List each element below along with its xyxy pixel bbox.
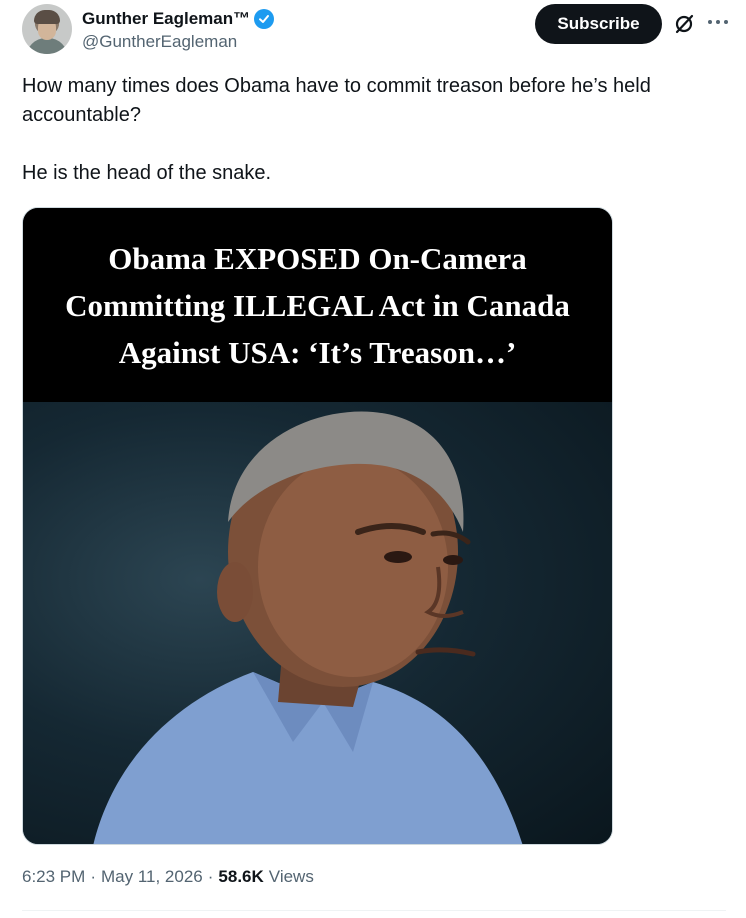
tweet-time[interactable]: 6:23 PM (22, 867, 85, 887)
tweet-header: Gunther Eagleman™ @GuntherEagleman Subsc… (22, 4, 728, 60)
headline-line: Against USA: ‘It’s Treason…’ (118, 334, 517, 370)
avatar-shoulders (26, 38, 68, 54)
tweet-text-line: How many times does Obama have to commit… (22, 75, 651, 126)
media-photo (23, 402, 612, 844)
tweet-meta: 6:23 PM · May 11, 2026 · 58.6K Views (22, 867, 314, 887)
verified-badge-icon[interactable] (254, 9, 275, 29)
more-horizontal-icon[interactable] (706, 10, 730, 34)
tweet-text: How many times does Obama have to commit… (22, 72, 722, 188)
author-display-name[interactable]: Gunther Eagleman™ (82, 9, 250, 29)
tweet-media-image[interactable]: Obama EXPOSED On-Camera Committing ILLEG… (22, 207, 613, 845)
media-headline-banner: Obama EXPOSED On-Camera Committing ILLEG… (23, 208, 612, 402)
tweet-date[interactable]: May 11, 2026 (101, 867, 203, 887)
portrait-illustration (93, 411, 523, 844)
author-name-row[interactable]: Gunther Eagleman™ (82, 9, 275, 29)
meta-separator: · (207, 867, 214, 886)
tweet-text-line: He is the head of the snake. (22, 162, 272, 184)
views-label: Views (268, 867, 314, 886)
media-headline: Obama EXPOSED On-Camera Committing ILLEG… (65, 235, 570, 376)
headline-line: Committing ILLEGAL Act in Canada (65, 287, 570, 323)
subscribe-button[interactable]: Subscribe (535, 4, 662, 44)
avatar-cap (34, 10, 60, 24)
author-handle[interactable]: @GuntherEagleman (82, 32, 237, 52)
views-count: 58.6K (218, 867, 264, 886)
meta-separator: · (90, 867, 96, 886)
divider (22, 910, 726, 911)
avatar[interactable] (22, 4, 72, 54)
headline-line: Obama EXPOSED On-Camera (108, 240, 527, 276)
grok-slash-icon[interactable] (672, 12, 696, 36)
